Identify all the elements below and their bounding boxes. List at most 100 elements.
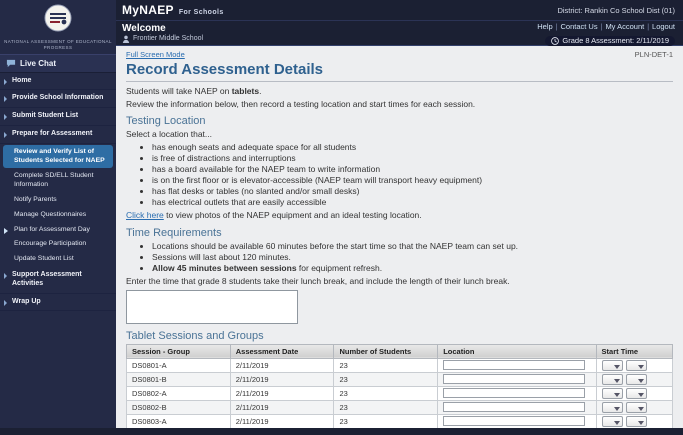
sidebar-item-review-and-verify-list[interactable]: Review and Verify List of Students Selec… [3,145,113,169]
sessions-table: Session - Group Assessment Date Number o… [126,344,673,428]
app-brand: MyNAEP For Schools [122,3,224,17]
table-row: DS0803-A 2/11/2019 23 [127,414,673,428]
sidebar-item-encourage-participation[interactable]: Encourage Participation [0,237,116,252]
sidebar-item-support-assessment-activities[interactable]: Support Assessment Activities [0,267,116,294]
separator [601,23,603,32]
column-header-session-group: Session - Group [127,344,231,358]
student-count-cell: 23 [334,386,438,400]
sidebar-item-label: Support Assessment Activities [12,271,82,287]
logout-link[interactable]: Logout [652,23,675,31]
sidebar-item-complete-sdell-information[interactable]: Complete SD/ELL Student Information [0,169,116,193]
start-time-ampm-select[interactable] [626,374,647,385]
intro-bold-text: tablets [232,86,259,96]
location-input[interactable] [443,402,584,412]
start-time-ampm-select[interactable] [626,388,647,399]
sidebar-item-submit-student-list[interactable]: Submit Student List [0,108,116,126]
nav-arrow-icon [4,300,7,306]
start-time-select[interactable] [602,360,623,371]
location-cell [438,386,596,400]
chevron-down-icon [614,393,620,397]
contact-us-link[interactable]: Contact Us [561,23,598,31]
bottom-bar [0,428,683,435]
location-cell [438,400,596,414]
header-links: Help Contact Us My Account Logout [537,23,675,32]
page-title: Record Assessment Details [126,61,673,78]
chevron-down-icon [614,365,620,369]
bullet-item: Locations should be available 60 minutes… [152,241,673,252]
nav-arrow-icon [4,96,7,102]
sidebar-item-wrap-up[interactable]: Wrap Up [0,294,116,312]
bullet-item: is on the first floor or is elevator-acc… [152,175,673,186]
page-code: PLN-DET-1 [635,50,673,59]
location-input[interactable] [443,360,584,370]
sidebar-item-label: Wrap Up [12,298,41,305]
chevron-down-icon [638,365,644,369]
column-header-assessment-date: Assessment Date [230,344,334,358]
start-time-ampm-select[interactable] [626,416,647,427]
bullet-item: Allow 45 minutes between sessions for eq… [152,263,673,274]
photos-line-text: to view photos of the NAEP equipment and… [164,210,422,220]
sidebar-item-provide-school-information[interactable]: Provide School Information [0,90,116,108]
testing-location-heading: Testing Location [126,115,673,127]
bullet-item: has electrical outlets that are easily a… [152,197,673,208]
app-title: MyNAEP [122,3,174,17]
sidebar-item-prepare-for-assessment[interactable]: Prepare for Assessment [0,126,116,144]
assessment-info: Grade 8 Assessment: 2/11/2019 [562,37,669,45]
main-content: Full Screen Mode PLN-DET-1 Record Assess… [116,46,683,428]
intro-text: Students will take NAEP on [126,86,232,96]
click-here-link[interactable]: Click here [126,210,164,220]
table-row: DS0801-B 2/11/2019 23 [127,372,673,386]
lunch-break-textarea[interactable] [126,290,298,324]
my-account-link[interactable]: My Account [605,23,644,31]
table-row: DS0802-B 2/11/2019 23 [127,400,673,414]
sidebar-item-label: Provide School Information [12,94,103,101]
assessment-date-cell: 2/11/2019 [230,400,334,414]
divider [126,81,673,82]
full-screen-mode-link[interactable]: Full Screen Mode [126,50,185,59]
clock-icon [551,37,559,45]
live-chat-button[interactable]: Live Chat [0,55,116,73]
location-input[interactable] [443,416,584,426]
student-count-cell: 23 [334,414,438,428]
photos-line: Click here to view photos of the NAEP eq… [126,210,673,221]
chevron-down-icon [638,379,644,383]
location-input[interactable] [443,388,584,398]
sidebar-subitem-label: Update Student List [14,255,74,262]
start-time-ampm-select[interactable] [626,360,647,371]
sessions-heading: Tablet Sessions and Groups [126,330,673,342]
session-group-cell: DS0801-A [127,358,231,372]
column-header-number-of-students: Number of Students [334,344,438,358]
sidebar-item-update-student-list[interactable]: Update Student List [0,252,116,267]
intro-line-2: Review the information below, then recor… [126,99,673,110]
sidebar-item-manage-questionnaires[interactable]: Manage Questionnaires [0,208,116,223]
sidebar-item-plan-for-assessment-day[interactable]: Plan for Assessment Day [0,223,116,238]
help-link[interactable]: Help [537,23,552,31]
location-cell [438,358,596,372]
sidebar-subitem-label: Notify Parents [14,196,57,203]
assessment-date-cell: 2/11/2019 [230,386,334,400]
sidebar-subitem-label: Manage Questionnaires [14,211,86,218]
sidebar-item-label: Prepare for Assessment [12,130,92,137]
assessment-banner: Grade 8 Assessment: 2/11/2019 [545,36,675,46]
assessment-date-cell: 2/11/2019 [230,358,334,372]
start-time-select[interactable] [602,416,623,427]
start-time-select[interactable] [602,374,623,385]
location-input[interactable] [443,374,584,384]
time-requirements-bullets: Locations should be available 60 minutes… [152,241,673,274]
bullet-item: is free of distractions and interruption… [152,153,673,164]
live-chat-label: Live Chat [20,59,56,68]
start-time-cell [596,386,672,400]
location-cell [438,414,596,428]
session-group-cell: DS0803-A [127,414,231,428]
table-row: DS0802-A 2/11/2019 23 [127,386,673,400]
sidebar-item-label: Home [12,77,31,84]
top-header: MyNAEP For Schools District: Rankin Co S… [116,0,683,46]
sidebar-item-home[interactable]: Home [0,73,116,91]
nav-arrow-icon [4,132,7,138]
start-time-select[interactable] [602,388,623,399]
start-time-select[interactable] [602,402,623,413]
start-time-ampm-select[interactable] [626,402,647,413]
nav-arrow-icon [4,114,7,120]
sidebar-item-notify-parents[interactable]: Notify Parents [0,193,116,208]
naep-logo: National Assessment of Educational Progr… [0,0,116,55]
